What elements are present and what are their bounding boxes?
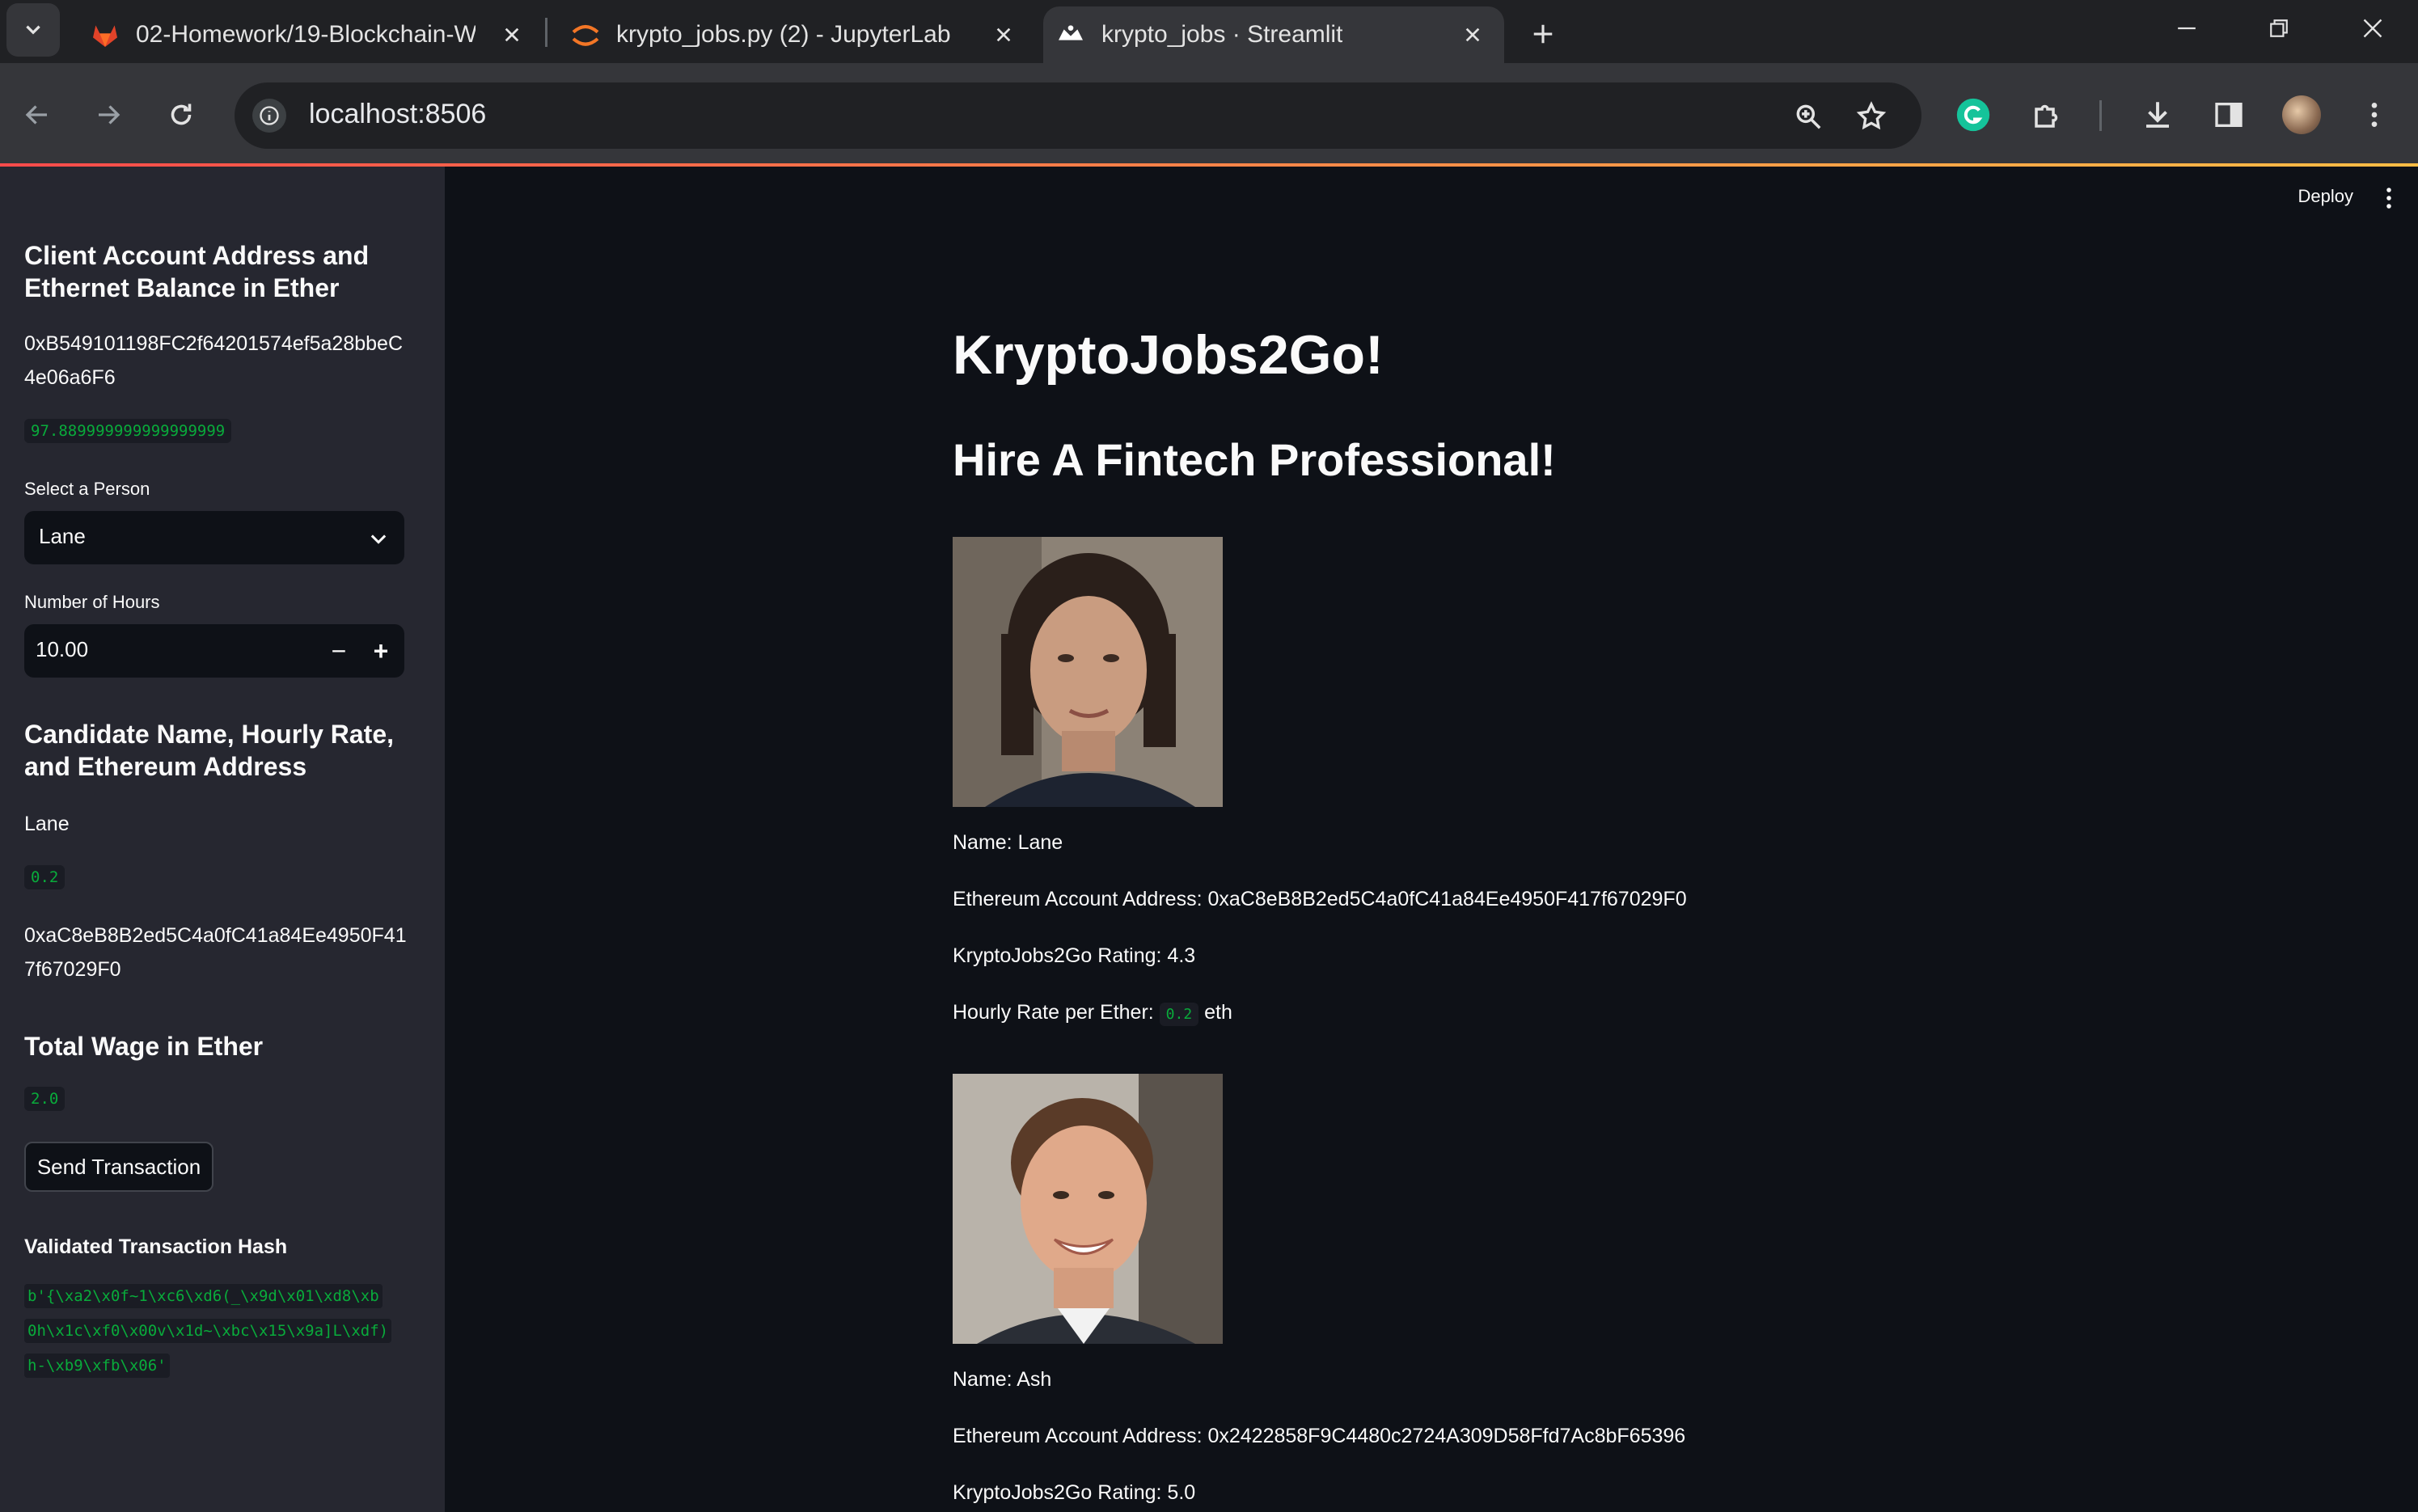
account-heading: Client Account Address and Ethernet Bala… [24, 241, 370, 302]
hours-number-input[interactable]: 10.00 − + [24, 624, 404, 678]
zoom-button[interactable] [1790, 99, 1826, 134]
minimize-button[interactable] [2162, 10, 2211, 47]
select-person-label: Select a Person [24, 479, 150, 499]
arrow-left-icon [25, 105, 47, 125]
grammarly-icon [1956, 98, 1990, 132]
chevron-down-icon [370, 534, 387, 544]
page-subtitle: Hire A Fintech Professional! [953, 434, 1556, 485]
send-transaction-button[interactable]: Send Transaction [24, 1142, 213, 1192]
reload-button[interactable] [157, 91, 205, 139]
browser-toolbar: localhost:8506 [0, 63, 2418, 165]
wage-block: 2.0 [24, 1087, 66, 1111]
chevron-down-icon [26, 25, 40, 35]
total-wage-value: 2.0 [24, 1087, 66, 1111]
tab-search-button[interactable] [6, 3, 60, 57]
jupyter-icon [572, 24, 599, 46]
candidate-rate-line: Hourly Rate per Ether: 0.2 eth [953, 1001, 1232, 1026]
rate-value: 0.2 [1159, 1003, 1199, 1026]
tab-gitlab[interactable]: 02-Homework/19-Blockchain-W [78, 6, 543, 63]
rate-suffix: eth [1204, 1001, 1232, 1024]
person-select[interactable]: Lane [24, 511, 404, 564]
tab-title: 02-Homework/19-Blockchain-W [136, 21, 476, 48]
candidate-address-line: Ethereum Account Address: 0xaC8eB8B2ed5C… [953, 888, 1687, 910]
rate-prefix: Hourly Rate per Ether: [953, 1001, 1154, 1024]
tab-divider [545, 18, 547, 47]
browser-tab-bar: 02-Homework/19-Blockchain-W krypto_jobs.… [0, 0, 2418, 63]
side-panel-icon [2215, 103, 2243, 127]
close-icon [2363, 19, 2382, 38]
transaction-hash: b'{\xa2\x0f~1\xc6\xd6(_\x9d\x01\xd8\xb 0… [24, 1279, 404, 1383]
bookmark-button[interactable] [1854, 99, 1889, 134]
hours-value[interactable]: 10.00 [36, 637, 88, 662]
downloads-button[interactable] [2135, 92, 2180, 137]
site-info-button[interactable] [252, 99, 286, 133]
candidate-address: 0xaC8eB8B2ed5C4a0fC41a84Ee4950F417f67029… [24, 924, 407, 981]
selected-person-value: Lane [39, 524, 86, 548]
app-menu-icon[interactable] [2381, 186, 2397, 210]
ether-balance: 97.889999999999999999 [24, 419, 232, 443]
restore-button[interactable] [2255, 10, 2303, 47]
grammarly-extension[interactable] [1951, 92, 1996, 137]
decrement-button[interactable]: − [319, 631, 359, 671]
hours-label: Number of Hours [24, 592, 160, 612]
arrow-right-icon [99, 105, 120, 125]
window-close-button[interactable] [2348, 10, 2397, 47]
increment-button[interactable]: + [361, 631, 401, 671]
minimize-icon [2178, 27, 2196, 30]
candidate-name-line: Name: Ash [953, 1368, 1052, 1391]
close-icon[interactable] [1459, 21, 1486, 49]
page-title: KryptoJobs2Go! [953, 324, 1384, 386]
deploy-button[interactable]: Deploy [2298, 186, 2353, 207]
zoom-icon [1796, 104, 1821, 129]
candidate-heading: Candidate Name, Hourly Rate, and Ethereu… [24, 720, 394, 781]
toolbar-divider [2099, 100, 2102, 131]
new-tab-button[interactable] [1520, 11, 1566, 57]
hash-line: h-\xb9\xfb\x06' [24, 1354, 170, 1378]
star-icon [1856, 101, 1887, 130]
candidate-rating-line: KryptoJobs2Go Rating: 4.3 [953, 944, 1196, 967]
forward-button[interactable] [84, 91, 133, 139]
info-icon [260, 106, 279, 125]
plus-icon [1533, 24, 1553, 44]
candidate-rate: 0.2 [24, 865, 66, 889]
tab-streamlit[interactable]: krypto_jobs · Streamlit [1043, 6, 1504, 63]
transaction-hash-heading: Validated Transaction Hash [24, 1235, 288, 1258]
tab-title: krypto_jobs.py (2) - JupyterLab [616, 21, 951, 48]
avatar [2282, 95, 2321, 134]
balance-block: 97.889999999999999999 [24, 419, 232, 443]
gitlab-icon [93, 25, 117, 47]
back-button[interactable] [13, 91, 61, 139]
side-panel-button[interactable] [2206, 92, 2251, 137]
candidate-photo [953, 1074, 1223, 1344]
total-wage-heading: Total Wage in Ether [24, 1032, 264, 1061]
tab-jupyterlab[interactable]: krypto_jobs.py (2) - JupyterLab [558, 6, 1035, 63]
candidate-name: Lane [24, 813, 70, 835]
puzzle-icon [2035, 104, 2058, 128]
hash-line: 0h\x1c\xf0\x00v\x1d~\xbc\x15\x9a]L\xdf) [24, 1319, 392, 1343]
url-text: localhost:8506 [309, 99, 487, 129]
download-icon [2146, 102, 2169, 128]
streamlit-icon [1059, 25, 1083, 40]
restore-icon [2270, 19, 2288, 37]
address-bar[interactable]: localhost:8506 [235, 82, 1921, 149]
tab-title: krypto_jobs · Streamlit [1101, 21, 1343, 48]
reload-icon [171, 103, 192, 125]
client-account-address: 0xB549101198FC2f64201574ef5a28bbeC4e06a6… [24, 332, 403, 389]
candidate-address-line: Ethereum Account Address: 0x2422858F9C44… [953, 1425, 1686, 1447]
sidebar: Client Account Address and Ethernet Bala… [0, 167, 445, 1512]
candidate-rate-block: 0.2 [24, 865, 66, 889]
kebab-menu-icon [2371, 103, 2378, 127]
extensions-button[interactable] [2025, 92, 2070, 137]
close-icon[interactable] [990, 21, 1017, 49]
candidate-photo [953, 537, 1223, 807]
candidate-rating-line: KryptoJobs2Go Rating: 5.0 [953, 1481, 1196, 1504]
candidate-name-line: Name: Lane [953, 831, 1063, 854]
hash-line: b'{\xa2\x0f~1\xc6\xd6(_\x9d\x01\xd8\xb [24, 1284, 383, 1308]
main-content: Deploy KryptoJobs2Go! Hire A Fintech Pro… [445, 167, 2418, 1512]
browser-menu-button[interactable] [2352, 92, 2397, 137]
close-icon[interactable] [498, 21, 526, 49]
profile-button[interactable] [2279, 92, 2324, 137]
